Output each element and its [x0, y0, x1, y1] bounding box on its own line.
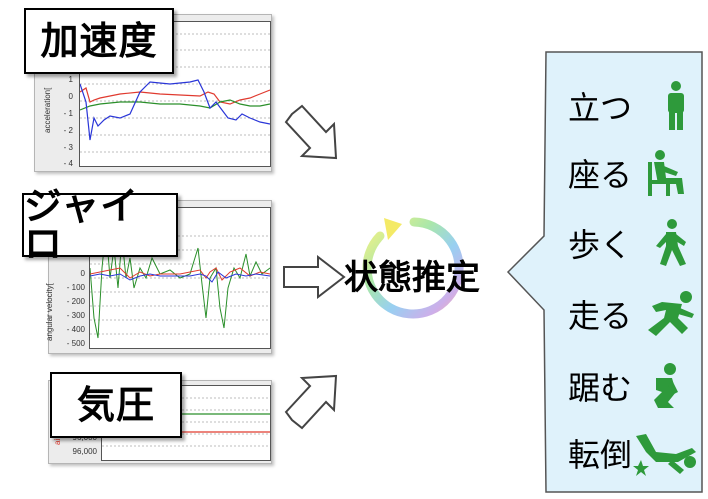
arrow-right-icon — [283, 255, 346, 299]
state-row-crouching: 踞む — [568, 362, 684, 410]
pressure-axis-label: ai — [53, 438, 62, 445]
gyro-axis-label: angular velocity[ — [45, 283, 54, 341]
state-label: 座る — [568, 156, 633, 194]
walking-person-icon — [656, 219, 687, 266]
state-row-standing: 立つ — [568, 80, 698, 132]
gyro-label: ジャイロ — [22, 187, 178, 263]
gyro-tick-label: - 500 — [66, 339, 85, 348]
state-label: 踞む — [568, 369, 633, 407]
gyro-tick-label: - 400 — [66, 325, 85, 334]
acceleration-tick-label: 1 — [68, 75, 73, 84]
acceleration-label: 加速度 — [24, 8, 174, 74]
state-estimation-label: 状態推定 — [344, 258, 480, 298]
acceleration-tick-label: - 1 — [63, 109, 73, 118]
acceleration-tick-label: - 2 — [63, 126, 73, 135]
running-person-icon — [648, 291, 695, 336]
acceleration-axis-label: acceleration[ — [43, 87, 52, 133]
arrow-up-right-icon — [284, 374, 338, 430]
gyro-tick-label: - 100 — [66, 283, 85, 292]
state-row-walking: 歩く — [568, 218, 692, 268]
gyro-tick-label: 0 — [80, 269, 85, 278]
state-row-falling: 転倒 — [568, 430, 702, 476]
state-label: 立つ — [568, 89, 633, 127]
pressure-label: 気圧 — [50, 372, 182, 438]
arrow-down-right-icon — [284, 104, 338, 160]
gyro-tick-label: - 200 — [66, 297, 85, 306]
state-label: 歩く — [568, 226, 633, 264]
state-row-sitting: 座る — [568, 148, 696, 198]
falling-person-icon — [633, 434, 697, 476]
acceleration-tick-label: - 3 — [63, 143, 73, 152]
pressure-tick-label: 96,000 — [72, 447, 97, 456]
state-row-running: 走る — [568, 290, 700, 338]
crouching-person-icon — [654, 363, 679, 408]
state-label: 転倒 — [568, 436, 633, 474]
sitting-person-icon — [648, 150, 685, 196]
acceleration-tick-label: 0 — [68, 92, 73, 101]
standing-person-icon — [668, 81, 685, 130]
state-label: 走る — [568, 297, 633, 335]
acceleration-tick-label: - 4 — [63, 159, 73, 168]
gyro-tick-label: - 300 — [66, 311, 85, 320]
